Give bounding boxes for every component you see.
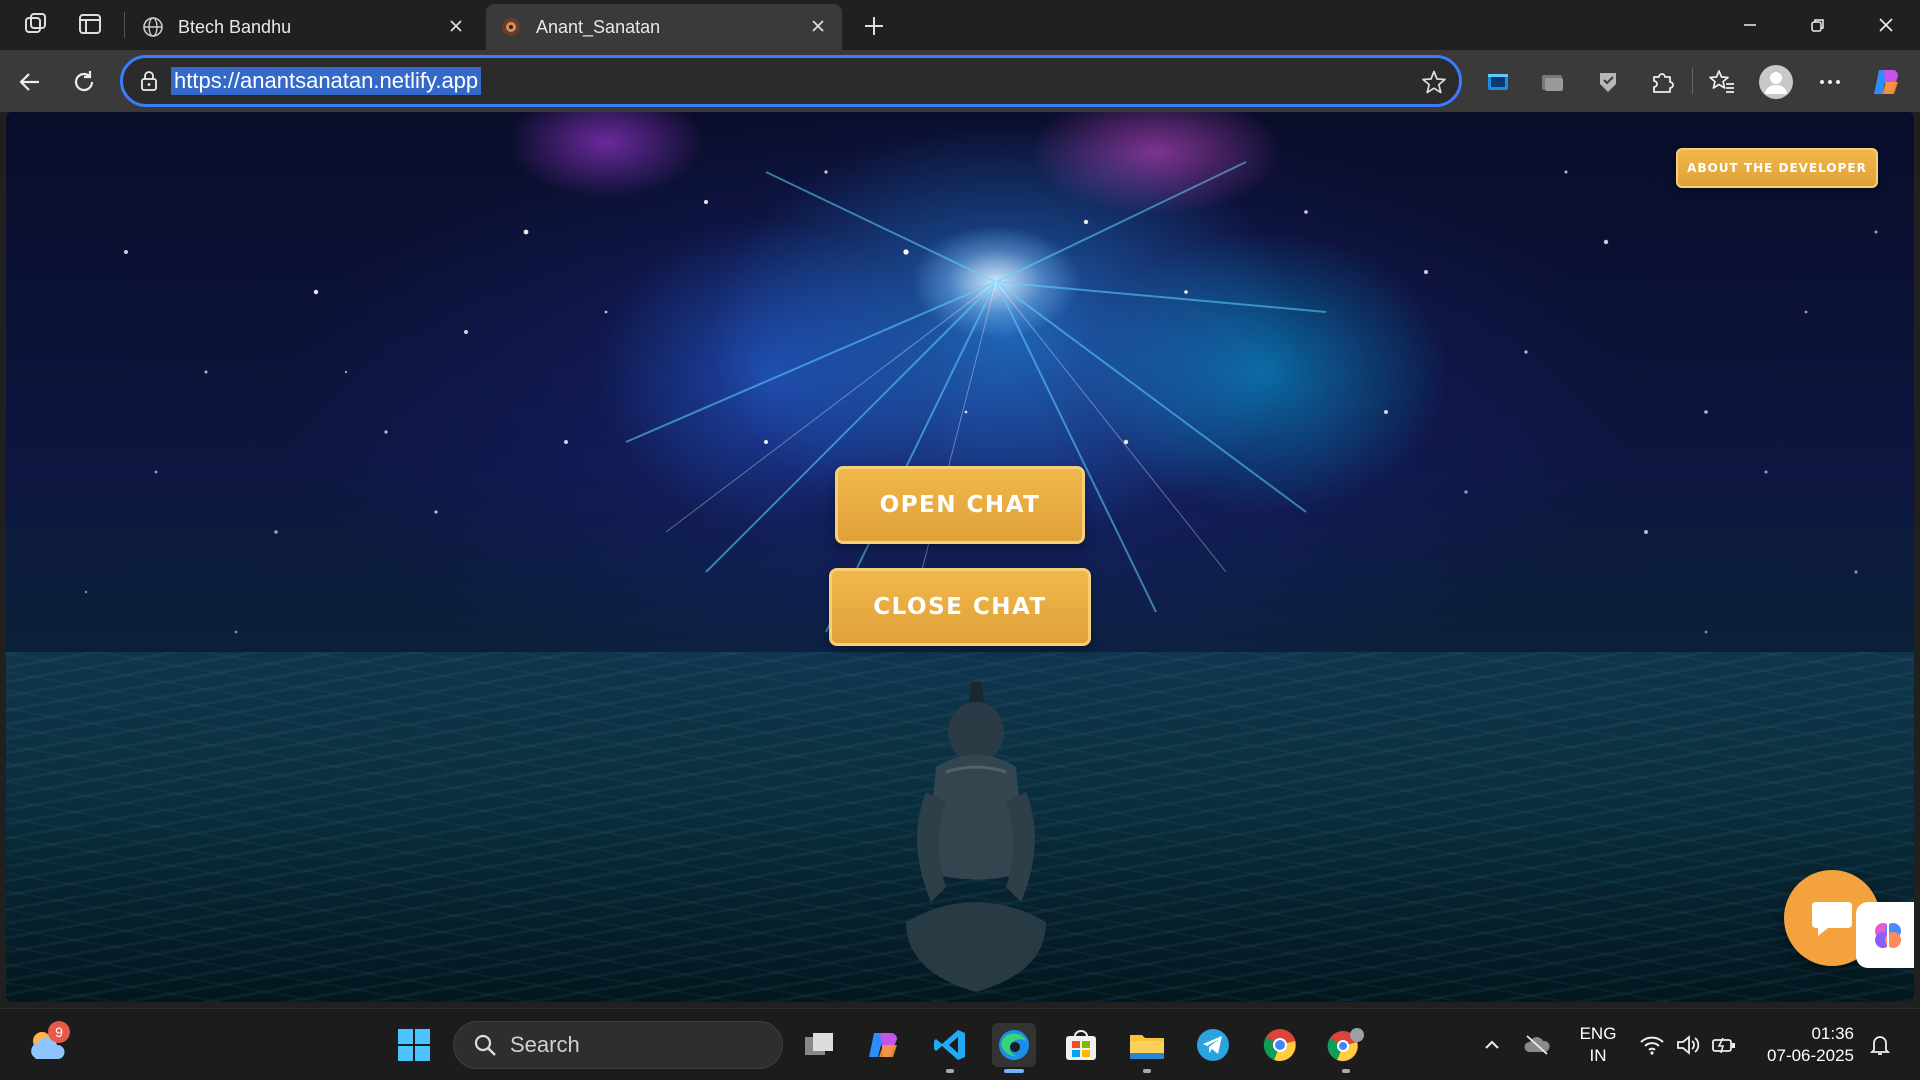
clock-date: 07-06-2025: [1767, 1046, 1854, 1065]
toolbar-divider: [1692, 68, 1693, 94]
address-bar[interactable]: https://anantsanatan.netlify.app: [120, 55, 1462, 107]
chat-bubble-icon: [1812, 902, 1852, 936]
volume-icon[interactable]: [1674, 1027, 1702, 1063]
tab-title: Btech Bandhu: [178, 16, 292, 37]
notifications-bell-icon[interactable]: [1866, 1027, 1894, 1063]
close-chat-button[interactable]: CLOSE CHAT: [829, 568, 1091, 646]
tab-strip: Btech Bandhu Anant_Sanatan: [0, 0, 1920, 50]
window-controls: [1716, 0, 1920, 50]
running-indicator: [1143, 1069, 1151, 1073]
extension-screen-icon[interactable]: [1478, 62, 1518, 102]
copilot-icon[interactable]: [1866, 62, 1906, 102]
vertical-tabs-icon[interactable]: [68, 6, 112, 42]
extension-shield-icon[interactable]: [1588, 62, 1628, 102]
url-text[interactable]: https://anantsanatan.netlify.app: [171, 67, 482, 95]
close-tab-icon[interactable]: [808, 16, 828, 36]
site-favicon-icon: [500, 16, 522, 38]
running-indicator: [1342, 1069, 1350, 1073]
onedrive-offline-icon[interactable]: [1522, 1027, 1552, 1063]
lock-icon[interactable]: [137, 69, 161, 93]
wifi-icon[interactable]: [1638, 1027, 1666, 1063]
tab-separator: [124, 12, 125, 38]
search-placeholder: Search: [510, 1032, 580, 1057]
workspaces-icon[interactable]: [14, 6, 58, 42]
notification-badge: 9: [48, 1021, 70, 1043]
chrome-icon[interactable]: [1258, 1023, 1302, 1067]
clock-time: 01:36: [1811, 1024, 1854, 1043]
restore-icon[interactable]: [1784, 0, 1852, 50]
browser-toolbar: https://anantsanatan.netlify.app: [0, 50, 1920, 112]
globe-icon: [142, 16, 164, 38]
close-tab-icon[interactable]: [446, 16, 466, 36]
sidebar-copilot-tab[interactable]: [1856, 902, 1914, 968]
microsoft-store-icon[interactable]: [1059, 1023, 1103, 1067]
minimize-icon[interactable]: [1716, 0, 1784, 50]
running-indicator: [946, 1069, 954, 1073]
chrome-profile-icon[interactable]: [1324, 1023, 1368, 1073]
vs-code-icon[interactable]: [928, 1023, 972, 1073]
search-icon: [472, 1032, 498, 1058]
collections-icon[interactable]: [1532, 62, 1572, 102]
new-tab-icon[interactable]: [856, 8, 892, 44]
favorite-star-icon[interactable]: [1421, 69, 1447, 95]
tab-btech-bandhu[interactable]: Btech Bandhu: [128, 4, 480, 50]
windows-taskbar: 9 Search ENG IN 01:36 07-06-2025: [0, 1008, 1920, 1080]
tab-title: Anant_Sanatan: [536, 16, 661, 37]
tab-anant-sanatan[interactable]: Anant_Sanatan: [486, 4, 842, 50]
profile-avatar-icon[interactable]: [1756, 62, 1796, 102]
refresh-icon[interactable]: [64, 62, 104, 102]
more-options-icon[interactable]: [1810, 62, 1850, 102]
show-hidden-icons-chevron-icon[interactable]: [1480, 1027, 1504, 1063]
battery-charging-icon[interactable]: [1710, 1027, 1738, 1063]
input-language-indicator[interactable]: ENG IN: [1576, 1023, 1620, 1067]
region-code: IN: [1589, 1046, 1607, 1065]
start-button-icon[interactable]: [392, 1023, 436, 1067]
brain-icon: [1875, 923, 1901, 948]
copilot-app-icon[interactable]: [862, 1023, 906, 1067]
about-developer-button[interactable]: ABOUT THE DEVELOPER: [1676, 148, 1878, 188]
open-chat-button[interactable]: OPEN CHAT: [835, 466, 1085, 544]
file-explorer-icon[interactable]: [1125, 1023, 1169, 1073]
language-code: ENG: [1579, 1024, 1617, 1043]
back-icon[interactable]: [10, 62, 50, 102]
telegram-icon[interactable]: [1191, 1023, 1235, 1067]
system-clock[interactable]: 01:36 07-06-2025: [1754, 1023, 1854, 1067]
active-indicator: [1004, 1069, 1024, 1073]
page-viewport: ABOUT THE DEVELOPER OPEN CHAT CLOSE CHAT: [6, 112, 1914, 1002]
meditating-figure-image: [906, 682, 1046, 992]
close-window-icon[interactable]: [1852, 0, 1920, 50]
favorites-icon[interactable]: [1702, 62, 1742, 102]
edge-browser-icon[interactable]: [992, 1023, 1036, 1073]
taskbar-search[interactable]: Search: [453, 1021, 783, 1069]
extensions-puzzle-icon[interactable]: [1642, 62, 1682, 102]
task-view-icon[interactable]: [797, 1023, 841, 1067]
